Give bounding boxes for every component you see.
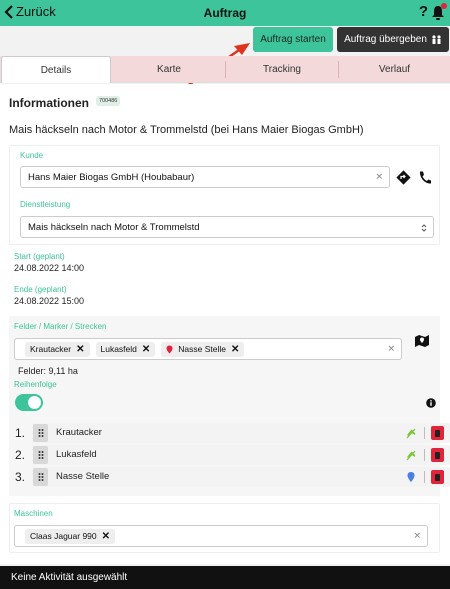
clear-fields-icon[interactable]: ✕	[387, 344, 395, 355]
customer-label: Kunde	[20, 151, 44, 160]
handover-label: Auftrag übergeben	[344, 34, 427, 45]
toggle-knob	[28, 396, 41, 409]
order-number-badge: 700486	[96, 96, 121, 106]
fields-label: Felder / Marker / Strecken	[14, 322, 107, 331]
service-select[interactable]: Mais häckseln nach Motor & Trommelstd	[20, 216, 434, 238]
fields-area: Felder: 9,11 ha	[18, 366, 78, 376]
info-icon[interactable]	[426, 398, 436, 408]
chip-label: Lukasfeld	[100, 344, 137, 354]
tab-verlauf[interactable]: Verlauf	[339, 56, 450, 83]
customer-value: Hans Maier Biogas GmbH (Houbabaur)	[28, 171, 195, 183]
handover-order-button[interactable]: Auftrag übergeben	[337, 27, 449, 52]
phone-icon[interactable]	[418, 170, 432, 185]
machine-chip[interactable]: Claas Jaguar 990 ✕	[25, 528, 116, 544]
sequence-name: Krautacker	[56, 427, 102, 438]
section-heading: Informationen	[9, 96, 89, 110]
clear-machines-icon[interactable]: ✕	[413, 531, 421, 542]
drag-handle-icon[interactable]	[33, 446, 48, 464]
sequence-row[interactable]: 2. Lukasfeld	[15, 445, 450, 465]
chip-label: Nasse Stelle	[178, 344, 226, 354]
directions-icon[interactable]	[396, 170, 411, 185]
sequence-card: Nasse Stelle	[32, 467, 450, 487]
sequence-row[interactable]: 1. Krautacker	[15, 423, 450, 443]
sequence-row[interactable]: 3. Nasse Stelle	[15, 467, 450, 487]
sequence-card: Lukasfeld	[32, 445, 450, 465]
map-icon[interactable]	[414, 334, 430, 348]
machines-label: Maschinen	[14, 509, 53, 518]
row-divider	[424, 427, 425, 439]
tab-bar: Details Karte Tracking Verlauf	[0, 56, 450, 83]
updown-chevron-icon	[421, 224, 427, 232]
delete-icon[interactable]	[431, 470, 444, 484]
map-pin-icon	[407, 472, 415, 482]
service-value: Mais häckseln nach Motor & Trommelstd	[28, 221, 200, 233]
tab-tracking[interactable]: Tracking	[226, 56, 338, 83]
service-label: Dienstleistung	[20, 200, 71, 209]
job-title: Mais häckseln nach Motor & Trommelstd (b…	[9, 124, 364, 136]
remove-chip-icon[interactable]: ✕	[102, 531, 110, 542]
row-divider	[424, 449, 425, 461]
delete-icon[interactable]	[431, 426, 444, 440]
end-value: 24.08.2022 15:00	[14, 296, 85, 306]
end-label: Ende (geplant)	[14, 285, 67, 294]
field-chip[interactable]: Nasse Stelle ✕	[161, 341, 245, 357]
chip-label: Claas Jaguar 990	[30, 531, 97, 541]
handover-icon	[432, 35, 441, 44]
remove-chip-icon[interactable]: ✕	[76, 344, 84, 355]
remove-chip-icon[interactable]: ✕	[231, 344, 239, 355]
order-label: Reihenfolge	[14, 380, 57, 389]
delete-icon[interactable]	[431, 448, 444, 462]
sequence-card: Krautacker	[32, 423, 450, 443]
remove-chip-icon[interactable]: ✕	[142, 344, 150, 355]
row-divider	[424, 471, 425, 483]
sequence-name: Lukasfeld	[56, 449, 97, 460]
status-bar: Keine Aktivität ausgewählt	[0, 566, 450, 589]
machines-multiselect[interactable]: Claas Jaguar 990 ✕ ✕	[14, 525, 428, 547]
map-pin-icon	[166, 345, 173, 353]
sequence-number: 3.	[15, 470, 26, 484]
field-chip[interactable]: Lukasfeld ✕	[95, 341, 156, 357]
sequence-name: Nasse Stelle	[56, 471, 110, 482]
start-value: 24.08.2022 14:00	[14, 263, 85, 273]
drag-handle-icon[interactable]	[33, 424, 48, 442]
sequence-number: 2.	[15, 448, 26, 462]
page-title: Auftrag	[203, 6, 247, 20]
drag-handle-icon[interactable]	[33, 468, 48, 486]
tab-details[interactable]: Details	[1, 56, 111, 83]
start-order-button[interactable]: Auftrag starten	[253, 27, 333, 52]
wheat-icon	[406, 450, 416, 461]
sequence-number: 1.	[15, 426, 26, 440]
notification-dot	[441, 3, 447, 9]
top-bar: Zurück Auftrag ?	[0, 0, 450, 26]
chip-label: Krautacker	[30, 344, 72, 354]
help-icon[interactable]: ?	[419, 3, 428, 20]
start-label: Start (geplant)	[14, 252, 65, 261]
tab-karte[interactable]: Karte	[113, 56, 225, 83]
wheat-icon	[406, 428, 416, 439]
order-toggle[interactable]	[15, 394, 43, 411]
fields-multiselect[interactable]: Krautacker ✕ Lukasfeld ✕ Nasse Stelle ✕ ✕	[14, 338, 402, 360]
customer-select[interactable]: Hans Maier Biogas GmbH (Houbabaur) ✕	[20, 166, 390, 188]
field-chip[interactable]: Krautacker ✕	[25, 341, 90, 357]
clear-customer-icon[interactable]: ✕	[375, 172, 383, 183]
